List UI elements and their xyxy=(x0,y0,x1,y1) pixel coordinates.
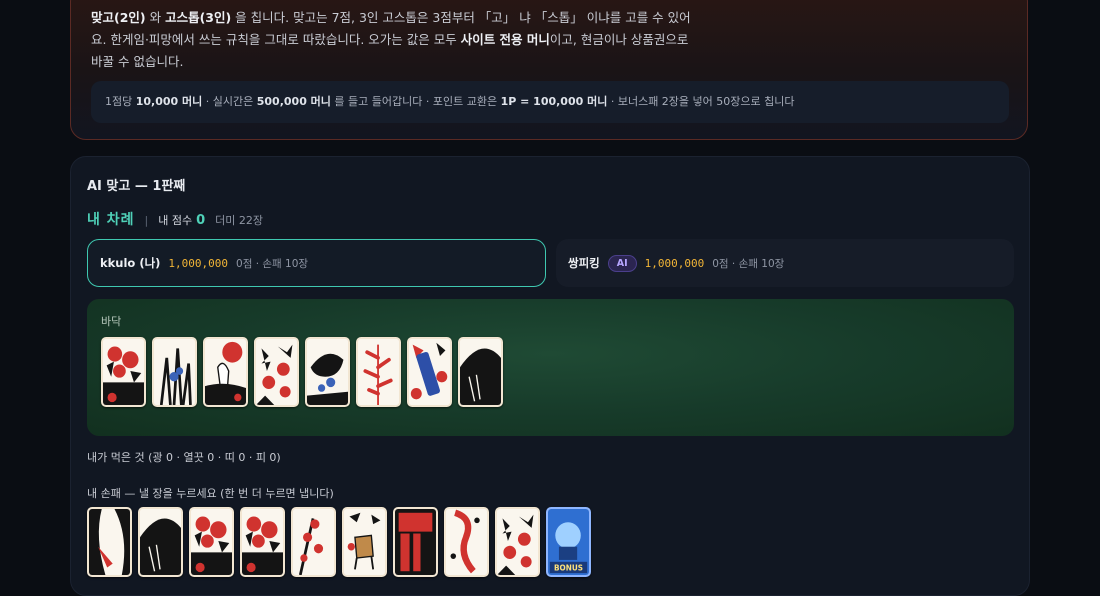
board-cards xyxy=(101,337,503,407)
deck-count: 더미 22장 xyxy=(215,214,263,227)
plum-card[interactable] xyxy=(291,507,336,577)
captured-summary: 내가 먹은 것 (광 0 · 열끗 0 · 띠 0 · 피 0) xyxy=(87,451,281,464)
hand-cards: BONUS xyxy=(87,507,591,577)
peony-card[interactable] xyxy=(189,507,234,577)
player-ai-meta: 0점 · 손패 10장 xyxy=(712,257,785,270)
paulownia-card[interactable] xyxy=(393,507,438,577)
pampas-card[interactable] xyxy=(138,507,183,577)
board-label: 바닥 xyxy=(101,315,122,328)
player-me-money: 1,000,000 xyxy=(168,256,229,270)
maple-card[interactable] xyxy=(495,507,540,577)
matgo-term: 맞고(2인) xyxy=(91,10,146,25)
ai-badge: AI xyxy=(607,254,637,272)
player-ai-money: 1,000,000 xyxy=(644,256,705,270)
rules-description: 맞고(2인) 와 고스톱(3인) 을 칩니다. 맞고는 7점, 3인 고스톱은 … xyxy=(91,10,691,69)
pampas-card xyxy=(458,337,503,407)
maple-ribbon-card xyxy=(407,337,452,407)
board-area: 바닥 xyxy=(87,299,1014,436)
score-label: 내 점수 xyxy=(158,214,193,227)
hand-label: 내 손패 — 낼 장을 누르세요 (한 번 더 누르면 냅니다) xyxy=(87,487,334,500)
player-me-meta: 0점 · 손패 10장 xyxy=(236,257,309,270)
player-ai-name: 쌍피킹 xyxy=(568,256,600,270)
willow-card[interactable] xyxy=(87,507,132,577)
player-ai-box: 쌍피킹 AI 1,000,000 0점 · 손패 10장 xyxy=(556,239,1014,287)
crane-card xyxy=(203,337,248,407)
peony-card xyxy=(101,337,146,407)
bushclover-ribbon-card xyxy=(356,337,401,407)
gostop-term: 고스톱(3인) xyxy=(165,10,232,25)
rules-strip: 1점당 10,000 머니 · 실시간은 500,000 머니 를 들고 들어갑… xyxy=(91,81,1009,123)
player-me-box: kkulo (나) 1,000,000 0점 · 손패 10장 xyxy=(87,239,546,287)
wisteria-card[interactable] xyxy=(444,507,489,577)
deer-card[interactable] xyxy=(342,507,387,577)
iris-card xyxy=(152,337,197,407)
turn-status: 내 차례 | 내 점수 0 더미 22장 xyxy=(87,209,263,229)
maple-card xyxy=(254,337,299,407)
score-value: 0 xyxy=(196,213,206,228)
bushclover-card xyxy=(305,337,350,407)
rules-info-panel: 맞고(2인) 와 고스톱(3인) 을 칩니다. 맞고는 7점, 3인 고스톱은 … xyxy=(70,0,1028,140)
svg-text:BONUS: BONUS xyxy=(554,563,583,572)
player-me-name: kkulo (나) xyxy=(100,256,161,270)
peony-card[interactable] xyxy=(240,507,285,577)
game-panel: AI 맞고 — 1판째 내 차례 | 내 점수 0 더미 22장 kkulo (… xyxy=(70,156,1030,596)
game-title: AI 맞고 — 1판째 xyxy=(87,179,186,194)
bonus-card[interactable]: BONUS xyxy=(546,507,591,577)
turn-divider: | xyxy=(144,214,149,227)
turn-label: 내 차례 xyxy=(87,212,135,228)
site-money-term: 사이트 전용 머니 xyxy=(460,32,550,47)
